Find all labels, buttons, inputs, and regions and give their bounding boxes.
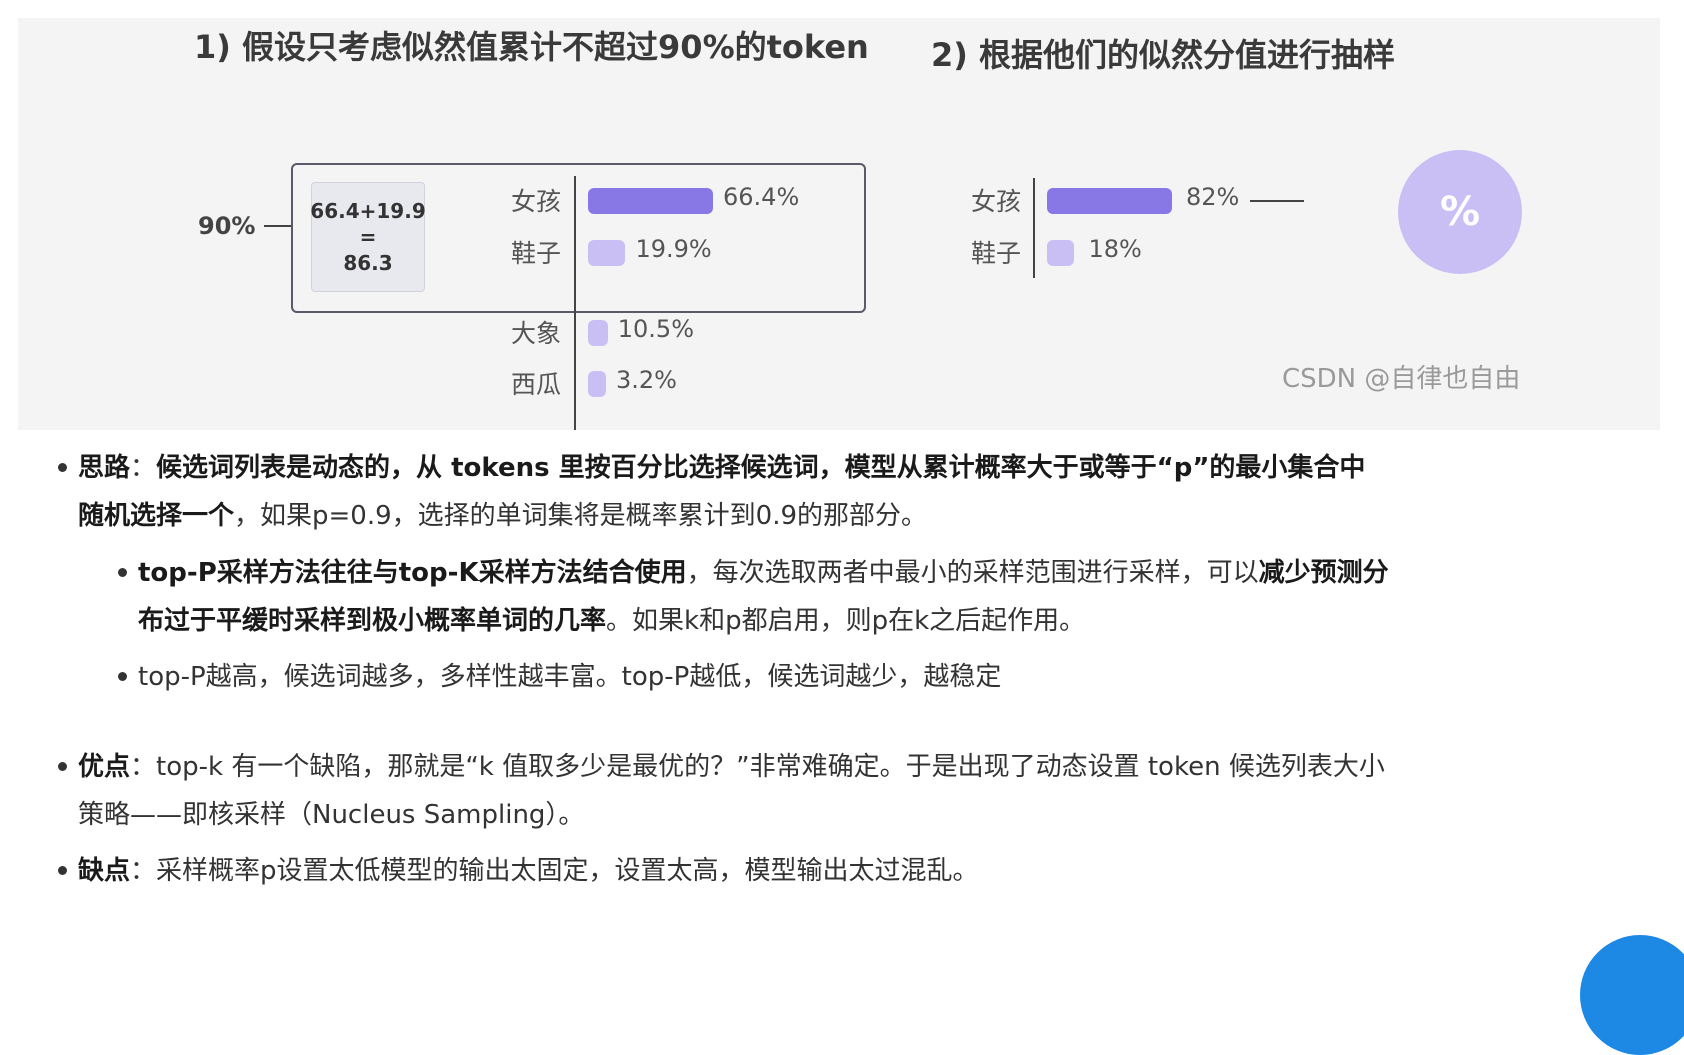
- pros-sep: ：: [130, 752, 157, 782]
- right-chart-axis: [1033, 178, 1035, 278]
- watermark: CSDN @自律也自由: [1282, 364, 1521, 394]
- percent-label: 18%: [1088, 235, 1142, 263]
- cons-label: 缺点: [78, 856, 131, 886]
- figure-heading-2: 2) 根据他们的似然分值进行抽样: [931, 36, 1396, 74]
- probability-bar: [588, 240, 626, 266]
- word-label: 鞋子: [511, 239, 562, 268]
- word-label: 西瓜: [511, 370, 562, 399]
- threshold-connector: [264, 225, 291, 227]
- floating-action-button[interactable]: [1580, 935, 1684, 1055]
- pros-label: 优点: [78, 752, 131, 782]
- probability-bar: [1047, 240, 1075, 266]
- sum-result: 86.3: [343, 251, 393, 275]
- word-label: 鞋子: [971, 239, 1022, 268]
- sub-bullet-top-p: top-P越高，候选词越多，多样性越丰富。top-P越低，候选词越少，越稳定: [138, 662, 1002, 692]
- combine-text-1: ，每次选取两者中最小的采样范围进行采样，可以: [686, 558, 1259, 588]
- threshold-label: 90%: [198, 212, 256, 240]
- idea-bold-text: 候选词列表是动态的，从 tokens 里按百分比选择候选词，模型从累计概率大于或…: [156, 453, 1366, 483]
- bullet-cons: 缺点：采样概率p设置太低模型的输出太固定，设置太高，模型输出太过混乱。: [78, 847, 979, 895]
- percent-label: 82%: [1186, 183, 1240, 211]
- pros-text-2: 策略——即核采样（Nucleus Sampling）。: [78, 800, 585, 830]
- probability-bar: [588, 320, 608, 346]
- combine-bold-1: top-P采样方法往往与top-K采样方法结合使用: [138, 558, 687, 588]
- pros-text-1: top-k 有一个缺陷，那就是“k 值取多少是最优的？”非常难确定。于是出现了动…: [156, 752, 1385, 782]
- word-label: 女孩: [511, 187, 562, 216]
- idea-bold-text-2: 随机选择一个: [78, 501, 235, 531]
- probability-bar: [588, 371, 606, 397]
- word-label: 大象: [511, 319, 562, 348]
- probability-bar: [1047, 188, 1172, 214]
- sample-connector: [1250, 200, 1304, 202]
- bullet-dot: [118, 568, 127, 577]
- combine-text-2: 。如果k和p都启用，则p在k之后起作用。: [606, 606, 1086, 636]
- word-label: 女孩: [971, 187, 1022, 216]
- idea-rest: ，如果p=0.9，选择的单词集将是概率累计到0.9的那部分。: [234, 501, 928, 531]
- percent-label: 3.2%: [616, 366, 677, 394]
- sampling-circle: %: [1398, 150, 1522, 274]
- bullet-dot: [58, 463, 67, 472]
- percent-label: 19.9%: [635, 235, 712, 263]
- nucleus-sampling-figure: 1) 假设只考虑似然值累计不超过90%的token 2) 根据他们的似然分值进行…: [18, 18, 1660, 430]
- percent-label: 66.4%: [723, 183, 800, 211]
- sub-bullet-combine: top-P采样方法往往与top-K采样方法结合使用，每次选取两者中最小的采样范围…: [138, 549, 1558, 645]
- percent-label: 10.5%: [617, 315, 695, 343]
- bullet-idea: 思路：候选词列表是动态的，从 tokens 里按百分比选择候选词，模型从累计概率…: [78, 444, 1548, 540]
- idea-sep: ：: [130, 453, 157, 483]
- cumulative-sum-box: 66.4+19.9 = 86.3: [310, 182, 426, 292]
- left-chart-axis: [574, 176, 576, 430]
- bullet-dot: [58, 762, 67, 771]
- sum-equals: =: [359, 225, 377, 249]
- sum-expression: 66.4+19.9: [310, 199, 426, 223]
- cons-text: 采样概率p设置太低模型的输出太固定，设置太高，模型输出太过混乱。: [156, 856, 979, 886]
- probability-bar: [588, 188, 713, 214]
- figure-heading-1: 1) 假设只考虑似然值累计不超过90%的token: [194, 28, 869, 66]
- cons-sep: ：: [130, 856, 157, 886]
- bullet-dot: [58, 866, 67, 875]
- bullet-dot: [118, 672, 127, 681]
- combine-bold-2: 减少预测分: [1258, 558, 1389, 588]
- idea-label: 思路: [78, 453, 131, 483]
- combine-bold-3: 布过于平缓时采样到极小概率单词的几率: [138, 606, 607, 636]
- bullet-pros: 优点：top-k 有一个缺陷，那就是“k 值取多少是最优的？”非常难确定。于是出…: [78, 743, 1558, 839]
